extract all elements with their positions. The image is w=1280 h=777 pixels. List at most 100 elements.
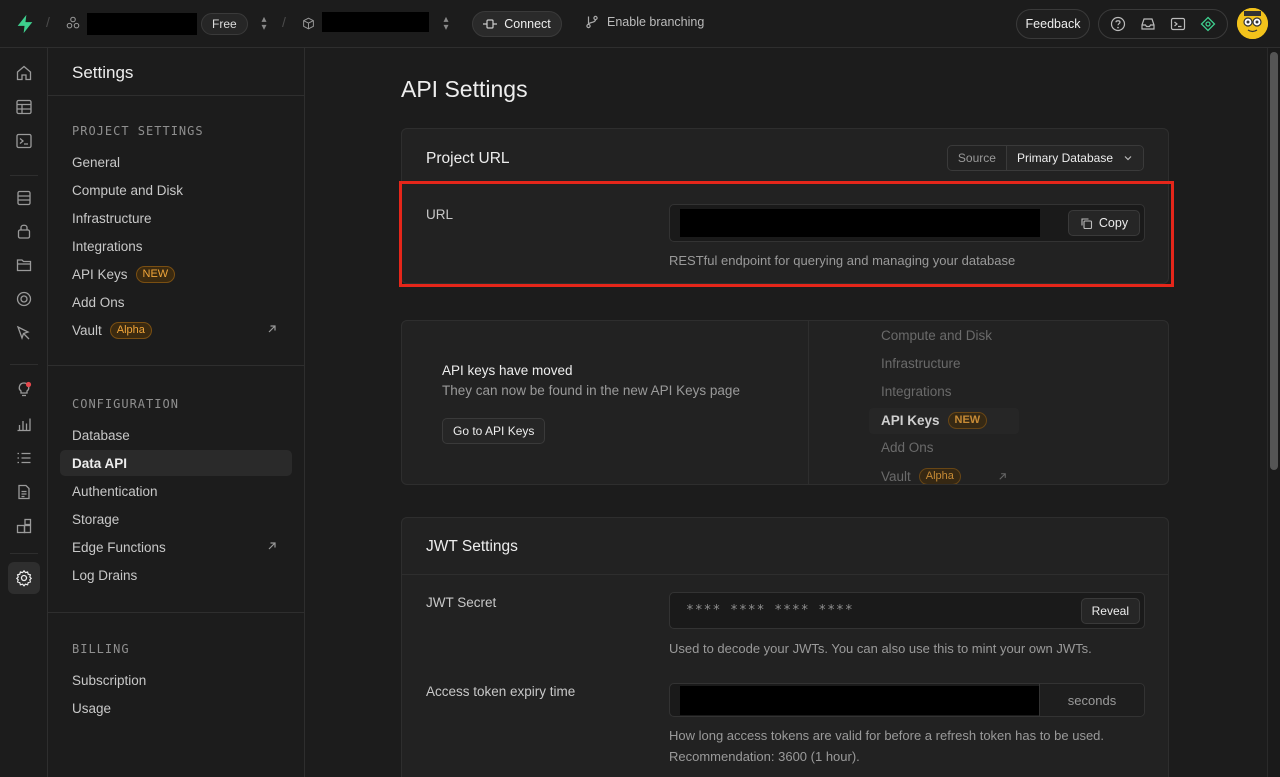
authentication-lock-icon[interactable] (14, 221, 34, 241)
project-switcher-chevrons-icon[interactable]: ▴ ▾ (441, 15, 451, 33)
supabase-logo-icon[interactable] (14, 13, 36, 35)
expiry-input[interactable]: seconds (669, 683, 1145, 717)
jwt-secret-label: JWT Secret (426, 595, 497, 610)
sidebar-item-edge-functions[interactable]: Edge Functions (60, 534, 292, 560)
project-url-heading: Project URL (426, 150, 510, 167)
organization-name-redacted[interactable] (87, 13, 197, 35)
table-editor-icon[interactable] (14, 97, 34, 117)
preview-item-label: Add Ons (881, 440, 934, 455)
project-name-redacted[interactable] (322, 12, 429, 32)
sidebar-item-compute-and-disk[interactable]: Compute and Disk (60, 177, 292, 203)
logs-list-icon[interactable] (14, 448, 34, 468)
sidebar-item-label: General (72, 154, 121, 170)
sidebar-item-database[interactable]: Database (60, 422, 292, 448)
storage-folder-icon[interactable] (14, 255, 34, 275)
sidebar-item-label: Vault (72, 322, 102, 338)
source-dropdown[interactable]: Primary Database (1006, 146, 1143, 170)
reports-chart-icon[interactable] (14, 414, 34, 434)
sidebar-item-general[interactable]: General (60, 149, 292, 175)
scrollbar-thumb[interactable] (1270, 52, 1278, 470)
sidebar-item-label: Subscription (72, 672, 147, 688)
preview-item-label: Integrations (881, 384, 952, 399)
moved-subtitle: They can now be found in the new API Key… (442, 383, 740, 398)
preview-item-label: Infrastructure (881, 356, 961, 371)
api-keys-moved-card: API keys have moved They can now be foun… (401, 320, 1169, 485)
api-docs-icon[interactable] (14, 482, 34, 502)
connect-button[interactable]: Connect (472, 11, 562, 37)
home-icon[interactable] (14, 63, 34, 83)
jwt-settings-heading: JWT Settings (426, 538, 518, 555)
left-rail (0, 48, 48, 777)
sidebar-item-label: Integrations (72, 238, 143, 254)
sidebar-item-label: Usage (72, 700, 112, 716)
sidebar-item-integrations[interactable]: Integrations (60, 233, 292, 259)
sidebar-item-label: Database (72, 427, 130, 443)
sidebar-item-label: Compute and Disk (72, 182, 184, 198)
sidebar-item-label: Infrastructure (72, 210, 152, 226)
sidebar-item-log-drains[interactable]: Log Drains (60, 562, 292, 588)
card-divider (402, 574, 1168, 575)
source-label: Source (948, 146, 1007, 170)
git-branch-icon (586, 15, 598, 29)
jwt-secret-field[interactable]: **** **** **** **** Reveal (669, 592, 1145, 629)
inbox-icon[interactable] (1140, 16, 1156, 32)
breadcrumb-separator: / (282, 14, 286, 30)
user-avatar[interactable] (1237, 8, 1268, 39)
realtime-icon[interactable] (14, 289, 34, 309)
external-link-arrow-icon (999, 473, 1006, 480)
settings-sidebar: Settings PROJECT SETTINGS General Comput… (48, 48, 305, 777)
moved-notice: API keys have moved They can now be foun… (402, 321, 809, 484)
jwt-secret-hint: Used to decode your JWTs. You can also u… (669, 641, 1092, 656)
sidebar-item-usage[interactable]: Usage (60, 695, 292, 721)
preview-item-integrations: Integrations (881, 384, 952, 399)
org-switcher-chevrons-icon[interactable]: ▴ ▾ (259, 15, 269, 33)
group-heading-billing: BILLING (72, 642, 130, 656)
vertical-scrollbar[interactable] (1267, 48, 1280, 777)
sidebar-item-infrastructure[interactable]: Infrastructure (60, 205, 292, 231)
sidebar-divider (48, 95, 304, 96)
external-link-arrow-icon (268, 325, 276, 333)
preview-item-vault: Vault Alpha (881, 468, 1008, 484)
new-badge: NEW (135, 265, 176, 283)
settings-gear-icon[interactable] (14, 568, 34, 588)
assistant-icon[interactable] (1200, 16, 1216, 32)
sidebar-item-add-ons[interactable]: Add Ons (60, 289, 292, 315)
expiry-value-redacted (680, 686, 1040, 715)
preview-item-label: Compute and Disk (881, 328, 993, 343)
help-icon[interactable] (1110, 16, 1126, 32)
plan-badge: Free (201, 13, 248, 35)
sql-editor-icon[interactable] (14, 131, 34, 151)
advisors-lightbulb-icon[interactable] (14, 379, 34, 399)
breadcrumb-separator: / (46, 14, 50, 30)
sidebar-item-api-keys[interactable]: API Keys NEW (60, 261, 292, 287)
preview-item-infrastructure: Infrastructure (881, 356, 961, 371)
sidebar-item-vault[interactable]: Vault Alpha (60, 317, 292, 343)
jwt-secret-masked: **** **** **** **** (686, 603, 854, 618)
source-value: Primary Database (1016, 151, 1113, 165)
sidebar-item-label: Edge Functions (72, 539, 166, 555)
integrations-icon[interactable] (14, 516, 34, 536)
preview-item-compute-and-disk: Compute and Disk (881, 328, 992, 343)
edge-functions-cursor-icon[interactable] (14, 323, 34, 343)
rail-divider (10, 364, 38, 365)
go-to-api-keys-button[interactable]: Go to API Keys (442, 418, 546, 444)
enable-branching-button[interactable]: Enable branching (585, 15, 704, 29)
enable-branching-label: Enable branching (607, 15, 705, 29)
preview-item-label: API Keys (881, 413, 940, 428)
source-selector[interactable]: Source Primary Database (946, 145, 1144, 171)
feedback-button[interactable]: Feedback (1016, 9, 1090, 39)
connect-label: Connect (504, 17, 551, 31)
url-highlight-box (399, 181, 1174, 287)
sidebar-item-subscription[interactable]: Subscription (60, 667, 292, 693)
terminal-icon[interactable] (1170, 16, 1186, 32)
top-bar: / Free ▴ ▾ / ▴ ▾ Connect Enable branching … (0, 0, 1280, 48)
sidebar-item-storage[interactable]: Storage (60, 506, 292, 532)
sidebar-divider (48, 612, 304, 613)
database-icon[interactable] (14, 188, 34, 208)
group-heading-project-settings: PROJECT SETTINGS (72, 124, 204, 138)
reveal-button[interactable]: Reveal (1080, 598, 1140, 624)
sidebar-item-authentication[interactable]: Authentication (60, 478, 292, 504)
sidebar-item-data-api[interactable]: Data API (60, 450, 292, 476)
rail-divider (10, 175, 38, 176)
expiry-label: Access token expiry time (426, 684, 576, 699)
